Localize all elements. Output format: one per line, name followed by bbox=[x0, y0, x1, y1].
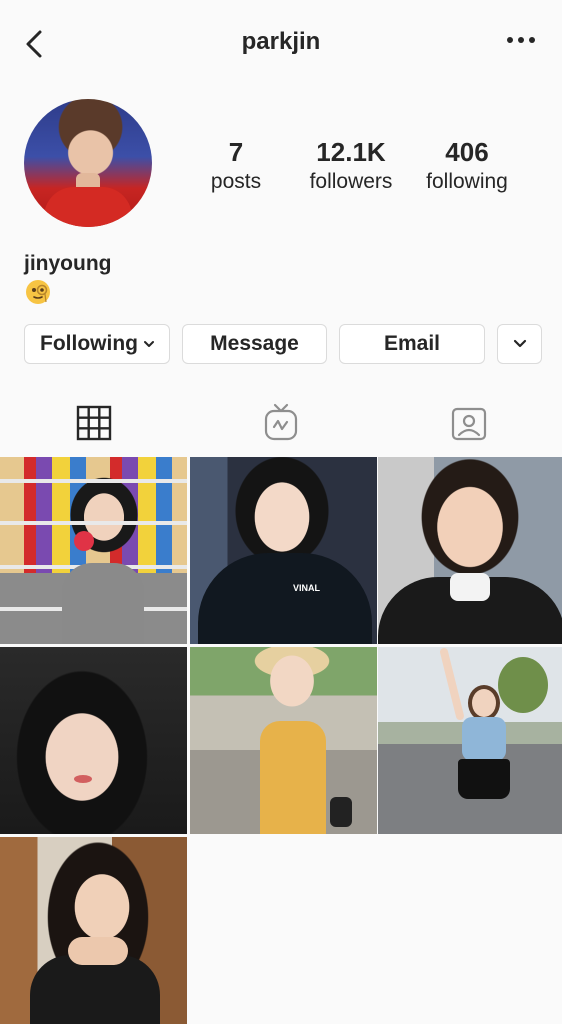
profile-name: jinyoung bbox=[24, 252, 112, 275]
post-shirt-text: VINAL bbox=[293, 583, 320, 593]
tab-grid[interactable] bbox=[0, 390, 187, 456]
message-button-label: Message bbox=[210, 332, 299, 355]
chevron-down-icon bbox=[143, 341, 154, 347]
followers-label: followers bbox=[309, 170, 393, 193]
post-thumbnail[interactable] bbox=[378, 647, 562, 834]
profile-tabs bbox=[0, 390, 562, 456]
chevron-down-icon bbox=[513, 339, 526, 348]
posts-stat[interactable]: 7 posts bbox=[200, 138, 272, 194]
post-thumbnail[interactable] bbox=[0, 647, 187, 834]
following-label: following bbox=[426, 170, 508, 193]
following-stat[interactable]: 406 following bbox=[420, 138, 514, 194]
following-button[interactable]: Following bbox=[24, 324, 170, 364]
igtv-icon bbox=[264, 403, 298, 441]
suggested-accounts-button[interactable] bbox=[497, 324, 542, 364]
post-thumbnail[interactable] bbox=[190, 647, 377, 834]
message-button[interactable]: Message bbox=[182, 324, 327, 364]
username-title: parkjin bbox=[241, 28, 321, 55]
tagged-icon bbox=[451, 407, 486, 441]
tab-tagged[interactable] bbox=[375, 390, 562, 456]
followers-count: 12.1K bbox=[316, 137, 386, 167]
post-thumbnail[interactable] bbox=[378, 457, 562, 644]
email-button[interactable]: Email bbox=[339, 324, 485, 364]
following-button-label: Following bbox=[40, 332, 138, 355]
grid-icon bbox=[76, 405, 111, 441]
post-thumbnail[interactable] bbox=[0, 837, 187, 1024]
top-nav-bar: parkjin bbox=[0, 0, 562, 88]
tab-igtv[interactable] bbox=[187, 390, 375, 456]
email-button-label: Email bbox=[383, 332, 441, 355]
posts-count: 7 bbox=[228, 137, 244, 167]
post-thumbnail[interactable]: VINAL bbox=[190, 457, 377, 644]
face-with-monocle-icon bbox=[26, 280, 50, 304]
posts-label: posts bbox=[210, 170, 262, 193]
followers-stat[interactable]: 12.1K followers bbox=[300, 138, 402, 194]
post-thumbnail[interactable] bbox=[0, 457, 187, 644]
more-horizontal-icon[interactable] bbox=[506, 34, 536, 46]
profile-avatar[interactable] bbox=[24, 99, 152, 227]
following-count: 406 bbox=[445, 137, 489, 167]
